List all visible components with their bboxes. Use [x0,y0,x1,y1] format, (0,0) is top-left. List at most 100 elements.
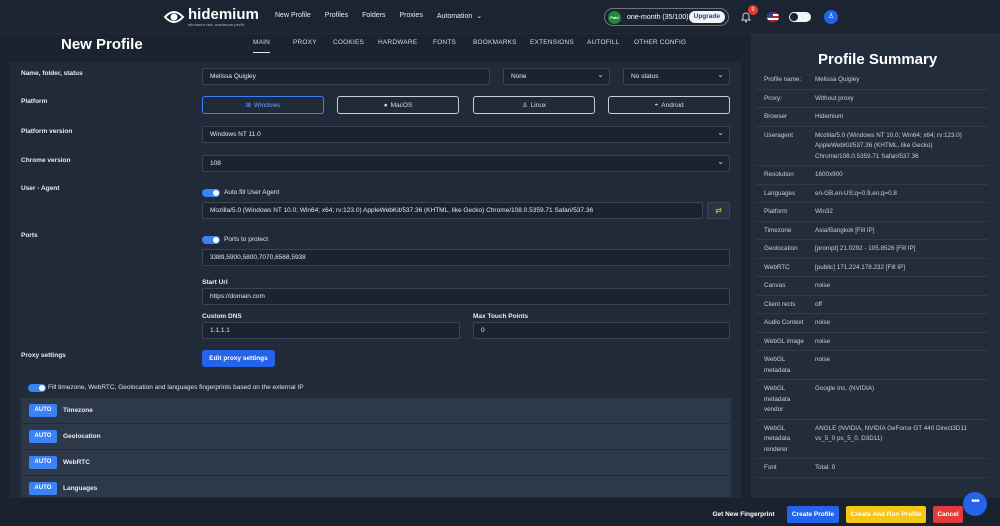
auto-fill-user-agent-toggle[interactable] [202,189,220,197]
auto-languages-button[interactable]: AUTO [29,482,57,495]
summary-row-key: WebGL metadata vendor [764,385,791,413]
profile-summary-panel: Profile Summary Profile name: Melissa Qui… [751,34,1000,498]
summary-row: Platform Win32 [756,203,988,222]
summary-row: WebGL metadata vendor Google Inc. (NVIDIA… [756,380,988,420]
edit-proxy-settings-button[interactable]: Edit proxy settings [202,350,275,367]
summary-row-value: Asia/Bangkok [Fill IP] [815,226,875,234]
notification-count: 0 [748,5,758,15]
summary-row-value: Without proxy [815,94,854,102]
max-touch-points-label: Max Touch Points [473,313,529,320]
ports-input[interactable]: 3389,5900,5800,7070,6568,5938 [202,249,730,266]
summary-row: WebGL metadata renderer ANGLE (NVIDIA, NV… [756,420,988,459]
summary-row: Font Total: 0 [756,459,988,478]
status-select[interactable]: No status [623,68,730,85]
summary-row: Proxy: Without proxy [756,90,988,108]
theme-toggle[interactable] [789,12,811,22]
platform-version-select[interactable]: Windows NT 11.0 [202,126,730,143]
tab-bookmarks[interactable]: BOOKMARKS [473,39,517,52]
top-navbar: hidemium minimum risk, maximum profit Ne… [0,0,1000,34]
tab-cookies[interactable]: COOKIES [333,39,364,52]
platform-linux-label: Linux [530,101,547,109]
auto-geolocation-button[interactable]: AUTO [29,430,57,443]
summary-row-key: Proxy: [764,94,782,102]
auto-languages-label: Languages [63,485,98,492]
chevron-down-icon: ⌄ [476,13,483,20]
summary-row-key: Font [764,464,777,471]
chrome-version-select[interactable]: 108 [202,155,730,172]
tab-extensions[interactable]: EXTENSIONS [530,39,574,52]
platform-label: Platform [21,98,48,105]
summary-row-key: WebGL metadata renderer [764,424,791,453]
linux-icon: ♙ [521,102,528,109]
tab-fonts[interactable]: FONTS [433,39,456,52]
tab-hardware[interactable]: HARDWARE [378,39,417,52]
auto-timezone-label: Timezone [63,407,93,414]
user-avatar-icon[interactable]: ♙ [824,10,838,24]
summary-row-key: Geolocation [764,245,798,252]
chrome-version-label: Chrome version [21,157,71,164]
summary-row: Profile name: Melissa Quigley [756,71,988,90]
us-flag-icon[interactable] [767,12,779,22]
summary-row: Audio Context noise [756,314,988,333]
nav-automation[interactable]: Automation ⌄ [437,12,482,20]
platform-linux-button[interactable]: ♙ Linux [473,96,595,114]
get-new-fingerprint-button[interactable]: Get New Fingerprint [706,506,781,523]
ports-protect-toggle[interactable] [202,236,220,244]
cancel-button[interactable]: Cancel [933,506,963,523]
more-options-icon[interactable]: ••• [963,492,987,516]
tab-main[interactable]: MAIN [253,39,271,53]
platform-macos-button[interactable]: ● MacOS [337,96,459,114]
summary-row: WebGL metadata noise [756,351,988,380]
summary-row-value: noise [815,337,831,345]
auto-geolocation-label: Geolocation [63,433,101,440]
summary-row-key: Languages [764,189,796,197]
auto-webrtc-button[interactable]: AUTO [29,456,57,469]
apple-icon: ● [383,101,388,109]
nav-folders[interactable]: Folders [362,12,385,20]
plan-text: one-month (35/100) [627,13,689,21]
folder-select[interactable]: None [503,68,610,85]
platform-windows-button[interactable]: ⊞ Windows [202,96,324,114]
create-profile-button[interactable]: Create Profile [787,506,839,523]
summary-row: WebRTC [public] 171.224.178.232 [Fill IP] [756,259,988,277]
summary-row-value: Google Inc. (NVIDIA) [815,385,875,392]
fill-fingerprints-toggle[interactable] [28,384,46,392]
tab-other-config[interactable]: OTHER CONFIG [634,39,686,52]
summary-row-value: Total: 0 [815,464,836,471]
summary-row-value: ANGLE (NVIDIA, NVIDIA GeForce GT 440 Dir… [815,424,967,443]
custom-dns-input[interactable]: 1.1.1.1 [202,322,460,339]
start-url-input[interactable]: https://domain.com [202,288,730,305]
platform-android-button[interactable]: ◓ Android [608,96,730,114]
plan-badge: Paid [608,10,621,24]
summary-row-value: en-GB,en-US;q=0.9,en;q=0.8 [815,189,897,197]
plan-pill: Paid one-month (35/100) Upgrade [604,8,729,26]
brand-name: hidemium [188,5,259,23]
brand-logo[interactable]: hidemium minimum risk, maximum profit [163,7,259,27]
auto-row-languages: AUTO Languages [21,476,731,498]
user-agent-label: User - Agent [21,185,60,192]
nav-profiles[interactable]: Profiles [325,12,348,20]
eye-logo-icon [163,7,185,27]
platform-macos-label: MacOS [390,101,413,109]
summary-row: WebGL image noise [756,333,988,351]
max-touch-points-input[interactable]: 0 [473,322,730,339]
shuffle-icon[interactable]: ⇄ [707,202,730,219]
upgrade-button[interactable]: Upgrade [688,11,725,23]
page-title: New Profile [61,36,143,53]
profile-summary-title: Profile Summary [818,51,938,68]
tab-autofill[interactable]: AUTOFILL [587,39,620,52]
nav-proxies[interactable]: Proxies [399,12,422,20]
summary-row-value: noise [815,319,831,326]
user-agent-input[interactable]: Mozilla/5.0 (Windows NT 10.0; Win64; x64… [202,202,703,219]
nav-new-profile[interactable]: New Profile [275,12,311,20]
create-and-run-button[interactable]: Create And Run Profile [846,506,926,523]
ports-label: Ports [21,232,38,239]
summary-row: Useragent Mozilla/5.0 (Windows NT 10.0; W… [756,127,988,166]
android-icon: ◓ [654,101,659,109]
summary-row: Languages en-GB,en-US;q=0.9,en;q=0.8 [756,185,988,203]
profile-name-input[interactable]: Melissa Quigley [202,68,490,85]
summary-row-key: Audio Context [764,319,804,326]
tab-proxy[interactable]: PROXY [293,39,317,52]
summary-row-key: Canvas [764,282,786,289]
auto-timezone-button[interactable]: AUTO [29,404,57,417]
